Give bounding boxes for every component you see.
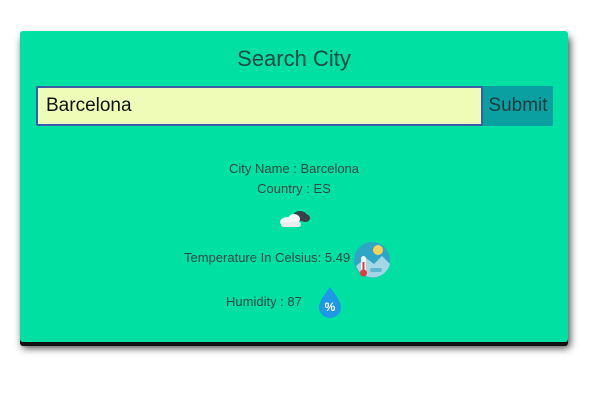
svg-text:%: % bbox=[325, 300, 336, 314]
weather-card: Search City Submit City Name : Barcelona… bbox=[20, 31, 568, 342]
city-name-text: City Name : Barcelona bbox=[228, 161, 360, 176]
submit-button[interactable]: Submit bbox=[483, 86, 553, 126]
humidity-drop-icon: % bbox=[319, 287, 341, 318]
page-title: Search City bbox=[237, 46, 351, 71]
thermometer-icon bbox=[354, 242, 390, 278]
partly-cloudy-icon bbox=[280, 211, 310, 227]
city-search-input[interactable] bbox=[36, 86, 483, 126]
humidity-text: Humidity : 87 bbox=[226, 294, 302, 309]
country-text: Country : ES bbox=[257, 181, 331, 196]
temperature-text: Temperature In Celsius: 5.49 bbox=[184, 250, 351, 265]
search-form: Submit bbox=[36, 86, 553, 126]
